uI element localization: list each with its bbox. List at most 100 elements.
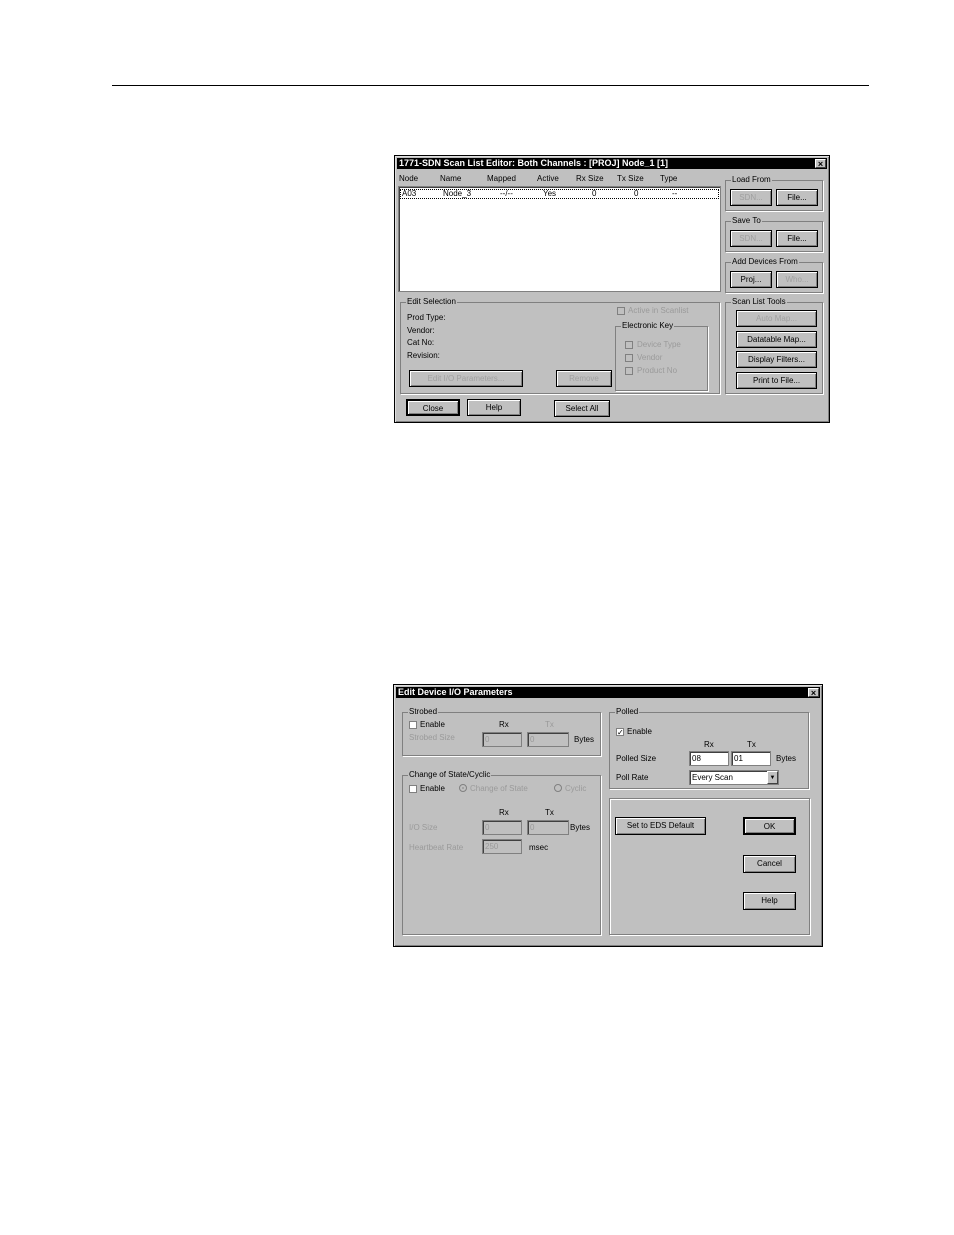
cancel-button[interactable]: Cancel (743, 855, 796, 873)
action-panel: Set to EDS Default OK Cancel Help (609, 798, 810, 935)
edit-device-io-window: Edit Device I/O Parameters × Strobed Ena… (393, 684, 823, 947)
strobed-group: Strobed Enable Rx Tx Strobed Size 0 0 By… (402, 707, 601, 756)
help-button[interactable]: Help (743, 892, 796, 910)
row-node: A03 (402, 189, 417, 198)
auto-map-button[interactable]: Auto Map... (736, 310, 817, 327)
poll-rate-select[interactable]: Every Scan ▼ (689, 770, 779, 785)
io-size-label: I/O Size (409, 823, 438, 832)
strobed-tx-header: Tx (545, 720, 554, 729)
close-icon[interactable]: × (808, 688, 819, 698)
cos-tx-header: Tx (545, 808, 554, 817)
page-header-rule (112, 85, 869, 86)
polled-bytes-label: Bytes (776, 754, 797, 763)
row-rx-size: 0 (592, 189, 597, 198)
cos-rx-input[interactable]: 0 (482, 820, 522, 835)
ok-button[interactable]: OK (743, 817, 796, 835)
scan-list-editor-window: 1771-SDN Scan List Editor: Both Channels… (394, 155, 830, 423)
save-file-button[interactable]: File... (776, 230, 818, 247)
msec-label: msec (529, 843, 549, 852)
device-type-checkbox[interactable] (625, 341, 633, 349)
electronic-key-label: Electronic Key (621, 321, 675, 331)
row-type: -- (672, 189, 678, 198)
scan-list-tools-label: Scan List Tools (731, 297, 787, 307)
cos-enable-label: Enable (420, 784, 445, 793)
prod-type-label: Prod Type: (407, 313, 446, 322)
polled-group: Polled ✓ Enable Rx Tx Polled Size 08 01 … (609, 707, 809, 789)
add-devices-from-label: Add Devices From (731, 257, 799, 267)
poll-rate-value: Every Scan (692, 773, 733, 782)
change-of-state-label: Change of State (470, 784, 528, 793)
strobed-enable-label: Enable (420, 720, 445, 729)
save-to-group: Save To SDN... File... (725, 216, 823, 252)
display-filters-button[interactable]: Display Filters... (736, 351, 817, 368)
row-name: Node_3 (443, 189, 472, 198)
strobed-bytes-label: Bytes (574, 735, 595, 744)
scan-list-editor-title: 1771-SDN Scan List Editor: Both Channels… (397, 158, 827, 169)
revision-label: Revision: (407, 351, 440, 360)
strobed-rx-input[interactable]: 0 (482, 732, 522, 747)
set-to-eds-default-button[interactable]: Set to EDS Default (615, 817, 706, 835)
polled-tx-header: Tx (747, 740, 756, 749)
add-proj-button[interactable]: Proj... (730, 271, 772, 288)
help-button[interactable]: Help (467, 399, 521, 416)
change-of-state-radio[interactable] (459, 784, 467, 792)
cyclic-radio[interactable] (554, 784, 562, 792)
add-who-button[interactable]: Who... (776, 271, 818, 288)
active-in-scanlist-label: Active in Scanlist (628, 306, 689, 315)
heartbeat-rate-label: Heartbeat Rate (409, 843, 464, 852)
poll-rate-label: Poll Rate (616, 773, 649, 782)
column-header-node[interactable]: Node (399, 174, 418, 184)
scan-list-tools-group: Scan List Tools Auto Map... Datatable Ma… (725, 297, 823, 394)
row-tx-size: 0 (634, 189, 639, 198)
strobed-label: Strobed (408, 707, 439, 717)
edit-selection-label: Edit Selection (406, 297, 457, 307)
vendor-checkbox[interactable] (625, 354, 633, 362)
scan-list[interactable]: A03 Node_3 --/-- Yes 0 0 -- (398, 186, 721, 292)
active-in-scanlist-checkbox[interactable] (617, 307, 625, 315)
strobed-rx-header: Rx (499, 720, 509, 729)
column-header-tx-size[interactable]: Tx Size (617, 174, 644, 184)
polled-enable-checkbox[interactable]: ✓ (616, 728, 624, 737)
electronic-key-group: Electronic Key Device Type Vendor Produc… (615, 321, 708, 391)
save-sdn-button[interactable]: SDN... (730, 230, 772, 247)
cat-no-label: Cat No: (407, 338, 435, 347)
cos-rx-header: Rx (499, 808, 509, 817)
column-header-name[interactable]: Name (440, 174, 461, 184)
edit-io-parameters-button[interactable]: Edit I/O Parameters... (409, 370, 523, 387)
heartbeat-rate-input[interactable]: 250 (482, 839, 522, 854)
column-header-mapped[interactable]: Mapped (487, 174, 516, 184)
load-from-label: Load From (731, 175, 772, 185)
select-all-button[interactable]: Select All (554, 400, 610, 417)
column-header-active[interactable]: Active (537, 174, 559, 184)
chevron-down-icon[interactable]: ▼ (767, 771, 778, 784)
polled-rx-header: Rx (704, 740, 714, 749)
window-title: 1771-SDN Scan List Editor: Both Channels… (399, 158, 669, 168)
load-file-button[interactable]: File... (776, 189, 818, 206)
close-button[interactable]: Close (406, 399, 460, 416)
vendor-checkbox-label: Vendor (637, 353, 663, 362)
window-title: Edit Device I/O Parameters (398, 687, 513, 697)
cos-tx-input[interactable]: 0 (527, 820, 569, 835)
column-header-rx-size[interactable]: Rx Size (576, 174, 604, 184)
edit-device-io-title: Edit Device I/O Parameters × (396, 687, 820, 698)
datatable-map-button[interactable]: Datatable Map... (736, 331, 817, 348)
close-icon[interactable]: × (815, 159, 826, 169)
strobed-tx-input[interactable]: 0 (527, 732, 569, 747)
remove-button[interactable]: Remove (556, 370, 612, 387)
device-type-label: Device Type (637, 340, 681, 349)
edit-selection-group: Edit Selection Prod Type: Vendor: Cat No… (400, 297, 720, 394)
polled-enable-label: Enable (627, 727, 652, 736)
polled-rx-input[interactable]: 08 (689, 751, 729, 766)
row-active: Yes (543, 189, 557, 198)
column-header-type[interactable]: Type (660, 174, 677, 184)
polled-label: Polled (615, 707, 640, 717)
table-row[interactable]: A03 Node_3 --/-- Yes 0 0 -- (400, 189, 719, 199)
cos-bytes-label: Bytes (570, 823, 591, 832)
print-to-file-button[interactable]: Print to File... (736, 372, 817, 389)
load-sdn-button[interactable]: SDN... (730, 189, 772, 206)
strobed-enable-checkbox[interactable] (409, 721, 417, 729)
product-no-checkbox[interactable] (625, 367, 633, 375)
polled-tx-input[interactable]: 01 (731, 751, 771, 766)
product-no-label: Product No (637, 366, 678, 375)
cos-enable-checkbox[interactable] (409, 785, 417, 793)
